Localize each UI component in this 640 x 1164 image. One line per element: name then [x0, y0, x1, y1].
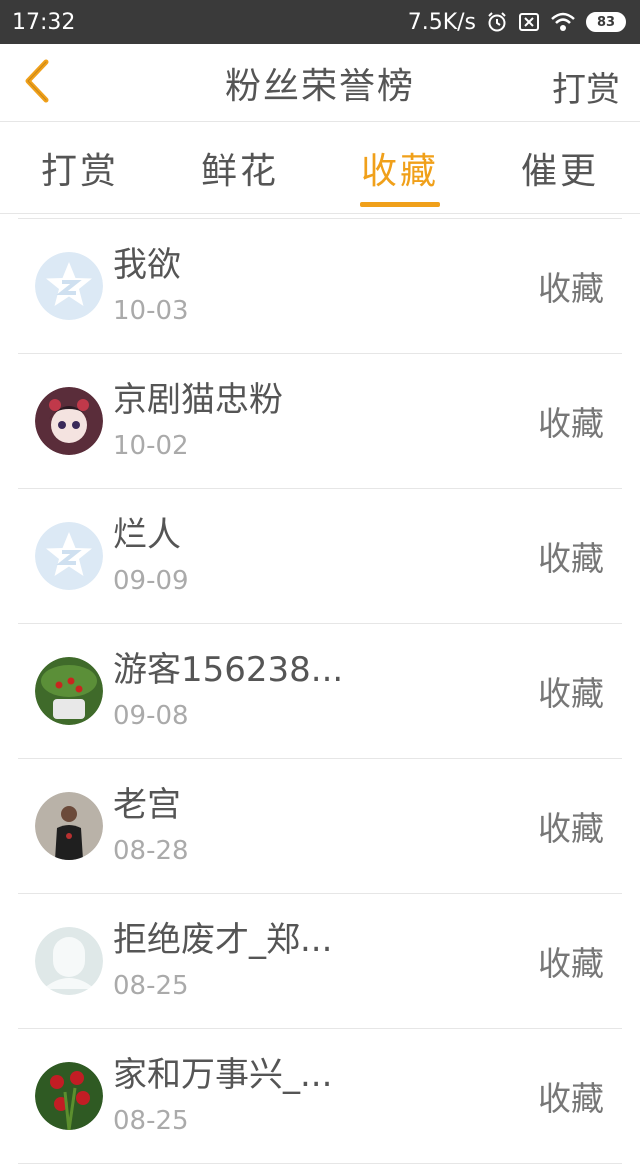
fan-action: 收藏 [538, 1079, 604, 1118]
anime-girl-avatar [35, 387, 103, 455]
chevron-left-icon [25, 59, 49, 103]
person-photo-avatar [35, 792, 103, 860]
page-title: 粉丝荣誉榜 [224, 65, 415, 107]
fan-list: 我欲 10-03 收藏 京剧猫忠粉 10-02 收藏 烂人 09-09 收藏 游… [18, 218, 622, 1164]
fan-date: 08-28 [113, 836, 189, 866]
list-item[interactable]: 烂人 09-09 收藏 [18, 489, 622, 624]
battery-indicator: 83 [586, 12, 626, 32]
network-speed: 7.5K/s [407, 9, 476, 35]
top-navigation-bar: 粉丝荣誉榜 打赏 [0, 44, 640, 122]
status-time: 17:32 [12, 9, 76, 35]
fan-name: 家和万事兴_... [113, 1055, 333, 1095]
fan-name: 我欲 [113, 245, 181, 285]
back-button[interactable] [14, 58, 60, 104]
fan-date: 10-03 [113, 296, 189, 326]
wifi-icon [550, 11, 576, 33]
status-indicators: 7.5K/s 83 [408, 10, 626, 35]
default-star-avatar [35, 522, 103, 590]
tab-reward[interactable]: 打赏 [0, 122, 160, 213]
fan-action: 收藏 [538, 269, 604, 308]
plant-photo-avatar [35, 657, 103, 725]
reward-button[interactable]: 打赏 [552, 62, 620, 111]
fan-action: 收藏 [538, 404, 604, 443]
fan-date: 08-25 [113, 1106, 189, 1136]
tab-favorites[interactable]: 收藏 [320, 122, 480, 213]
list-item[interactable]: 老宫 08-28 收藏 [18, 759, 622, 894]
fan-action: 收藏 [538, 539, 604, 578]
fan-name: 京剧猫忠粉 [113, 380, 283, 420]
tab-flowers[interactable]: 鲜花 [160, 122, 320, 213]
fan-action: 收藏 [538, 674, 604, 713]
alarm-icon [486, 11, 508, 33]
list-item[interactable]: 我欲 10-03 收藏 [18, 219, 622, 354]
list-item[interactable]: 游客156238... 09-08 收藏 [18, 624, 622, 759]
list-item[interactable]: 京剧猫忠粉 10-02 收藏 [18, 354, 622, 489]
fan-name: 老宫 [113, 785, 181, 825]
fan-date: 09-08 [113, 701, 189, 731]
ranking-tabs: 打赏 鲜花 收藏 催更 [0, 122, 640, 214]
blank-silhouette-avatar [35, 927, 103, 995]
fan-date: 10-02 [113, 431, 189, 461]
fan-date: 08-25 [113, 971, 189, 1001]
default-star-avatar [35, 252, 103, 320]
list-item[interactable]: 拒绝废才_郑... 08-25 收藏 [18, 894, 622, 1029]
fan-date: 09-09 [113, 566, 189, 596]
fan-action: 收藏 [538, 809, 604, 848]
tab-urge-update[interactable]: 催更 [480, 122, 640, 213]
fan-name: 游客156238... [113, 650, 344, 690]
fan-name: 烂人 [113, 515, 181, 555]
status-bar: 17:32 7.5K/s 83 [0, 0, 640, 44]
fan-action: 收藏 [538, 944, 604, 983]
sim-off-icon [518, 11, 540, 33]
fan-name: 拒绝废才_郑... [113, 920, 333, 960]
list-item[interactable]: 家和万事兴_... 08-25 收藏 [18, 1029, 622, 1164]
flower-photo-avatar [35, 1062, 103, 1130]
